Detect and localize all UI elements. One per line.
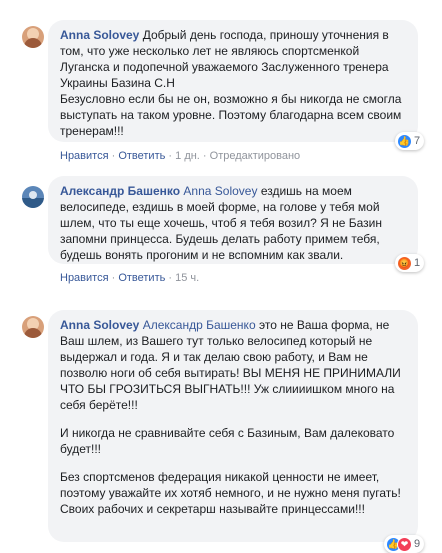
comment-author[interactable]: Anna Solovey <box>60 28 139 42</box>
like-link[interactable]: Нравится <box>60 150 109 162</box>
avatar[interactable] <box>22 186 44 208</box>
comment-paragraph: Безусловно если бы не он, возможно я бы … <box>60 92 402 138</box>
comment-paragraph: Александр Башенко Anna Solovey ездишь на… <box>60 184 383 262</box>
angry-icon: 😡 <box>397 255 412 271</box>
reaction-summary[interactable]: 👍 ❤ 9 <box>384 535 425 553</box>
reaction-summary[interactable]: 😡 1 <box>395 254 425 272</box>
comment-bubble: Александр Башенко Anna Solovey ездишь на… <box>48 176 418 264</box>
reply-link[interactable]: Ответить <box>118 272 165 284</box>
mention-link[interactable]: Александр Башенко <box>143 318 256 332</box>
reaction-count: 9 <box>414 538 421 550</box>
comment-actions: Нравится · Ответить · 1 дн. · Отредактир… <box>60 150 301 162</box>
reply-link[interactable]: Ответить <box>118 150 165 162</box>
love-icon: ❤ <box>397 536 412 552</box>
like-icon: 👍 <box>397 133 412 149</box>
reaction-summary[interactable]: 👍 7 <box>395 132 425 150</box>
comment-author[interactable]: Александр Башенко <box>60 184 180 198</box>
comment-bubble: Anna Solovey Добрый день господа, принош… <box>48 20 418 142</box>
comment-time[interactable]: 15 ч. <box>175 272 199 284</box>
mention-link[interactable]: Anna Solovey <box>183 184 257 198</box>
comment-bubble: Anna Solovey Александр Башенко это не Ва… <box>48 310 418 542</box>
edited-label[interactable]: Отредактировано <box>210 150 301 162</box>
comment-paragraph: И никогда не сравнивайте себя с Базиным,… <box>60 426 395 456</box>
comment-author[interactable]: Anna Solovey <box>60 318 139 332</box>
comment-paragraph: Anna Solovey Александр Башенко это не Ва… <box>60 318 401 412</box>
comment-actions: Нравится · Ответить · 15 ч. <box>60 272 200 284</box>
reaction-count: 1 <box>414 257 421 269</box>
like-link[interactable]: Нравится <box>60 272 109 284</box>
avatar[interactable] <box>22 316 44 338</box>
comment-paragraph: Без спортсменов федерация никакой ценнос… <box>60 470 401 516</box>
reaction-count: 7 <box>414 135 421 147</box>
comment-paragraph: Anna Solovey Добрый день господа, принош… <box>60 28 389 90</box>
comment-time[interactable]: 1 дн. <box>175 150 200 162</box>
avatar[interactable] <box>22 26 44 48</box>
